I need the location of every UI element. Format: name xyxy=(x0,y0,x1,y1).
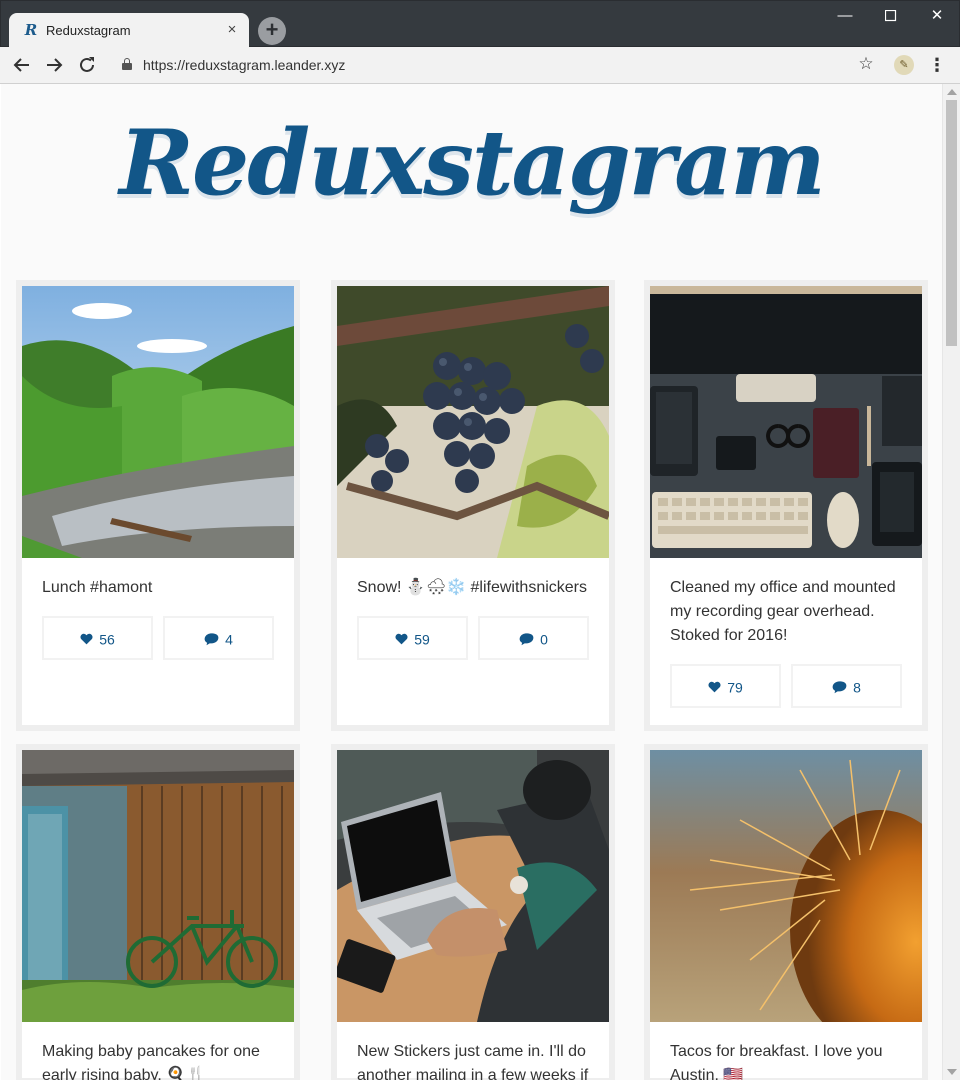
browser-menu-icon[interactable]: ⋮ xyxy=(928,53,946,77)
like-button[interactable]: 59 xyxy=(357,616,468,660)
page-scrollbar[interactable] xyxy=(942,84,960,1080)
like-count: 59 xyxy=(414,631,430,648)
comment-count: 4 xyxy=(225,631,233,648)
post-caption: Snow! ⛄🌨❄️ #lifewithsnickers xyxy=(357,579,587,596)
forward-arrow-icon[interactable] xyxy=(42,53,66,77)
post-caption: Lunch #hamont xyxy=(42,579,153,596)
comment-count: 0 xyxy=(540,631,548,648)
scroll-up-arrow-icon[interactable] xyxy=(947,89,957,95)
photo-card: Making baby pancakes for one early risin… xyxy=(16,744,300,1080)
post-caption: New Stickers just came in. I'll do anoth… xyxy=(357,1043,589,1080)
post-actions: 56 4 xyxy=(42,616,274,660)
reload-icon[interactable] xyxy=(75,53,99,77)
post-photo[interactable] xyxy=(650,750,922,1022)
scrollbar-thumb[interactable] xyxy=(946,100,957,346)
scroll-down-arrow-icon[interactable] xyxy=(947,1069,957,1075)
browser-title-bar: R Reduxstagram × + — ✕ xyxy=(0,0,960,48)
extension-icon[interactable]: ✎ xyxy=(894,55,914,75)
back-arrow-icon[interactable] xyxy=(10,53,34,77)
photo-card: Tacos for breakfast. I love you Austin. … xyxy=(644,744,928,1080)
photo-card: Lunch #hamont 56 4 xyxy=(16,280,300,731)
speech-bubble-icon xyxy=(519,633,534,646)
comment-count: 8 xyxy=(853,679,861,696)
lock-icon xyxy=(122,58,132,70)
post-photo[interactable] xyxy=(650,286,922,558)
bookmark-star-icon[interactable]: ☆ xyxy=(855,53,877,75)
browser-toolbar: https://reduxstagram.leander.xyz ☆ ✎ ⋮ xyxy=(0,47,960,84)
speech-bubble-icon xyxy=(204,633,219,646)
maximize-window-icon[interactable] xyxy=(880,5,902,27)
browser-tab[interactable]: R Reduxstagram × xyxy=(9,13,249,48)
photo-card: Cleaned my office and mounted my recordi… xyxy=(644,280,928,731)
comments-button[interactable]: 4 xyxy=(163,616,274,660)
speech-bubble-icon xyxy=(832,681,847,694)
favicon-icon: R xyxy=(24,21,38,39)
post-photo[interactable] xyxy=(22,750,294,1022)
post-actions: 79 8 xyxy=(670,664,902,708)
heart-icon xyxy=(80,634,93,645)
post-caption: Making baby pancakes for one early risin… xyxy=(42,1043,260,1080)
new-tab-button[interactable]: + xyxy=(258,17,286,45)
post-photo[interactable] xyxy=(337,750,609,1022)
photo-card: Snow! ⛄🌨❄️ #lifewithsnickers 59 0 xyxy=(331,280,615,731)
comments-button[interactable]: 0 xyxy=(478,616,589,660)
post-caption: Tacos for breakfast. I love you Austin. … xyxy=(670,1043,883,1080)
like-button[interactable]: 79 xyxy=(670,664,781,708)
post-actions: 59 0 xyxy=(357,616,589,660)
post-caption: Cleaned my office and mounted my recordi… xyxy=(670,579,896,644)
like-button[interactable]: 56 xyxy=(42,616,153,660)
url-text: https://reduxstagram.leander.xyz xyxy=(143,57,346,73)
heart-icon xyxy=(708,682,721,693)
tab-title: Reduxstagram xyxy=(46,23,131,38)
tab-close-icon[interactable]: × xyxy=(223,21,241,39)
like-count: 56 xyxy=(99,631,115,648)
photo-card: New Stickers just came in. I'll do anoth… xyxy=(331,744,615,1080)
site-logo[interactable]: Reduxstagram xyxy=(1,110,942,216)
close-window-icon[interactable]: ✕ xyxy=(926,5,948,27)
minimize-window-icon[interactable]: — xyxy=(834,5,856,27)
post-photo[interactable] xyxy=(337,286,609,558)
page-viewport: Reduxstagram Lunch #hamont 56 4 Snow! ⛄🌨… xyxy=(1,84,942,1080)
like-count: 79 xyxy=(727,679,743,696)
comments-button[interactable]: 8 xyxy=(791,664,902,708)
address-bar[interactable]: https://reduxstagram.leander.xyz xyxy=(112,52,882,78)
heart-icon xyxy=(395,634,408,645)
post-photo[interactable] xyxy=(22,286,294,558)
